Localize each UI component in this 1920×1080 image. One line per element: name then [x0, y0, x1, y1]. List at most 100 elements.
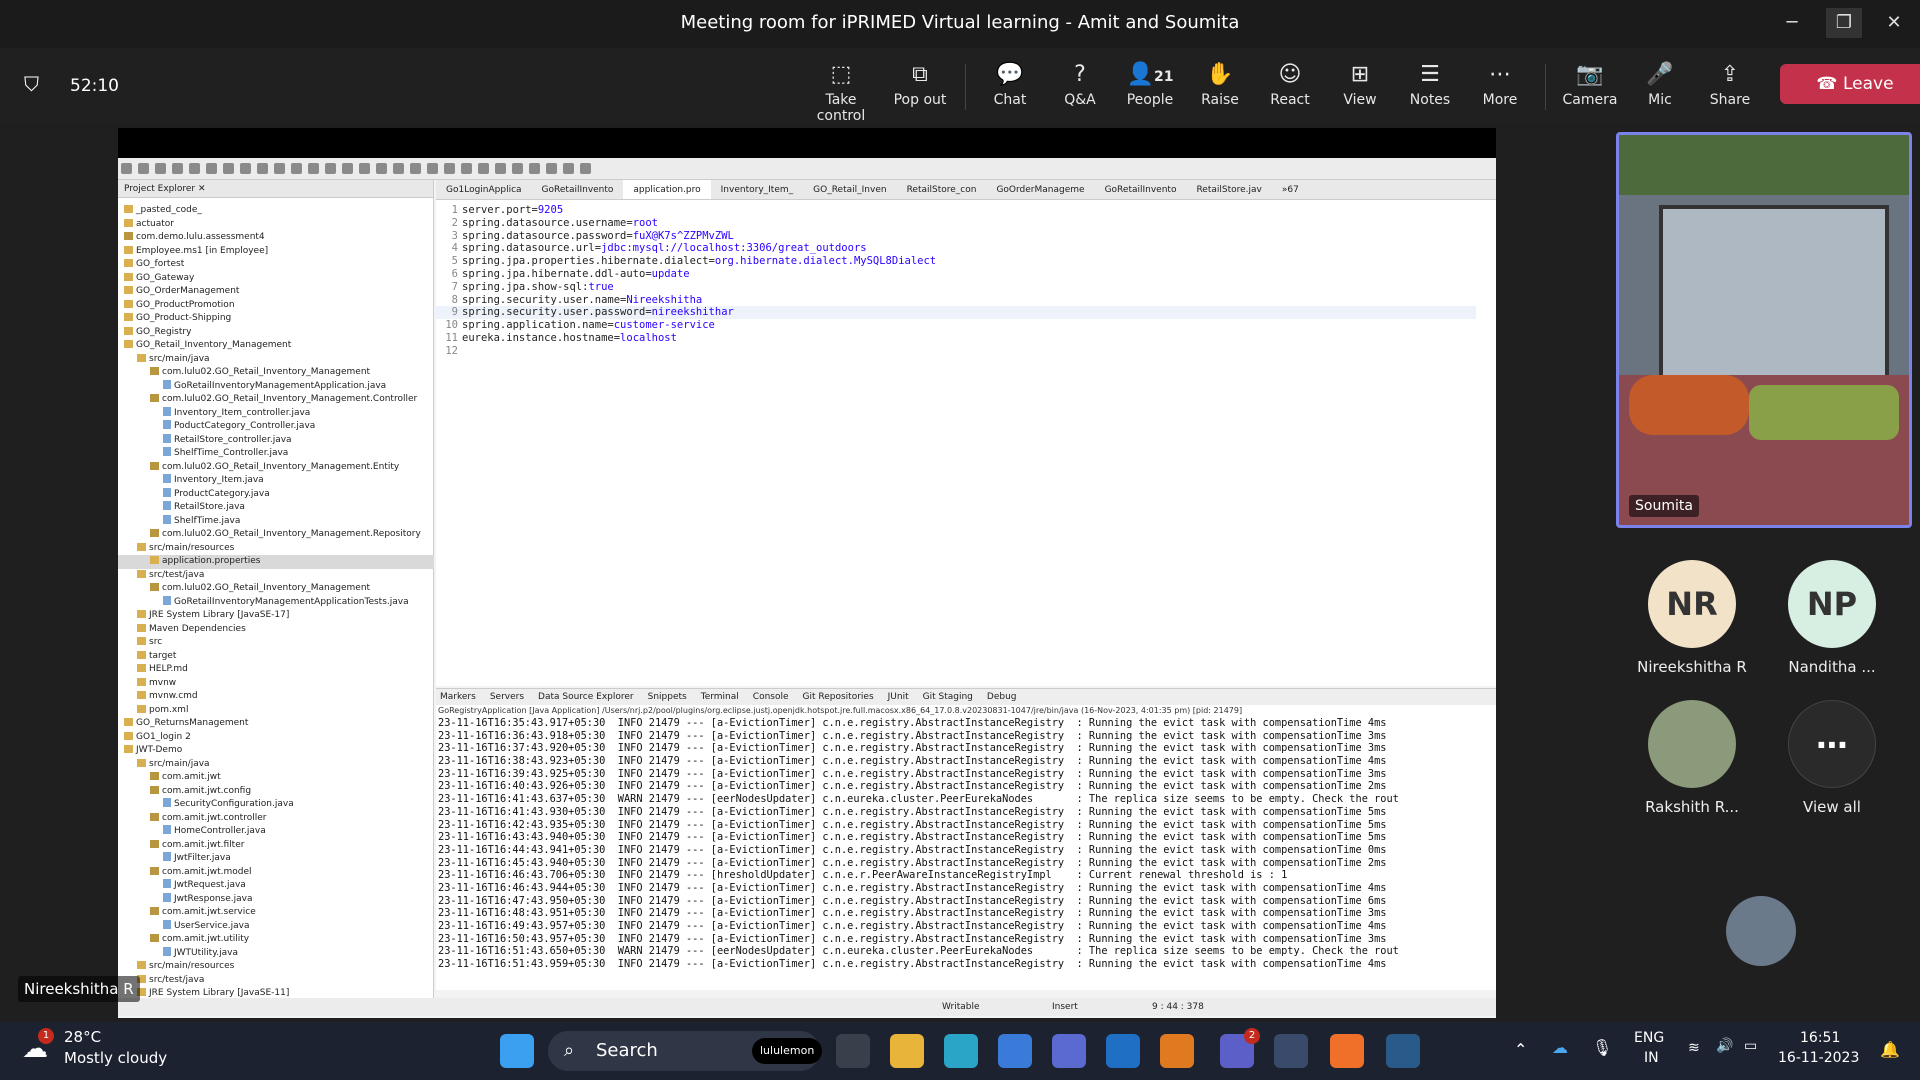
region-label[interactable]: IN — [1644, 1050, 1659, 1066]
tree-item[interactable]: src/main/java — [118, 758, 434, 772]
tree-item[interactable]: RetailStore_controller.java — [118, 433, 434, 448]
restore-button[interactable]: ❐ — [1826, 8, 1862, 38]
search-box[interactable]: ⌕ Search lululemon — [548, 1031, 823, 1071]
tree-item[interactable]: GO_Registry — [118, 326, 434, 340]
editor-tab[interactable]: GoRetailInvento — [532, 180, 624, 199]
minimize-button[interactable]: ─ — [1774, 8, 1810, 38]
tree-item[interactable]: ShelfTime.java — [118, 514, 434, 529]
tree-item[interactable]: JwtFilter.java — [118, 852, 434, 866]
terminal-icon[interactable] — [1386, 1034, 1420, 1068]
qa-button[interactable]: ? Q&A — [1045, 60, 1115, 108]
tree-item[interactable]: src/main/resources — [118, 542, 434, 556]
close-button[interactable]: ✕ — [1876, 8, 1912, 38]
edge-icon[interactable] — [944, 1034, 978, 1068]
share-button[interactable]: ⇪ Share — [1695, 60, 1765, 108]
chevron-up-icon[interactable]: ⌃ — [1514, 1040, 1527, 1059]
editor-tab[interactable]: RetailStore_con — [897, 180, 987, 199]
tree-item[interactable]: HomeController.java — [118, 825, 434, 839]
tree-item[interactable]: GO1_login 2 — [118, 731, 434, 745]
tree-item[interactable]: com.amit.jwt.model — [118, 866, 434, 880]
participant-avatar[interactable]: ⋯ — [1788, 700, 1876, 788]
console-tab[interactable]: JUnit — [888, 692, 909, 702]
tree-item[interactable]: com.lulu02.GO_Retail_Inventory_Managemen… — [118, 582, 434, 596]
console-tab[interactable]: Git Staging — [923, 692, 973, 702]
tree-item[interactable]: GO_fortest — [118, 258, 434, 272]
tree-item[interactable]: PoductCategory_Controller.java — [118, 420, 434, 434]
tree-item[interactable]: ShelfTime_Controller.java — [118, 447, 434, 461]
tree-item[interactable]: mvnw.cmd — [118, 690, 434, 704]
editor-tab[interactable]: Go1LoginApplica — [436, 180, 532, 199]
editor-tab[interactable]: GO_Retail_Inven — [803, 180, 896, 199]
wifi-icon[interactable]: ≋ — [1688, 1040, 1700, 1056]
clock-date[interactable]: 16-11-2023 — [1778, 1050, 1859, 1066]
tree-item[interactable]: com.amit.jwt — [118, 771, 434, 785]
tree-item[interactable]: com.lulu02.GO_Retail_Inventory_Managemen… — [118, 461, 434, 475]
clock-time[interactable]: 16:51 — [1800, 1030, 1840, 1046]
app-icon-2[interactable] — [1160, 1034, 1194, 1068]
tree-item[interactable]: GO_Product-Shipping — [118, 312, 434, 326]
console-tab[interactable]: Console — [753, 692, 789, 702]
tree-item[interactable]: GO_OrderManagement — [118, 285, 434, 299]
raise-hand-button[interactable]: ✋ Raise — [1185, 60, 1255, 108]
notes-button[interactable]: ☰ Notes — [1395, 60, 1465, 108]
tree-item[interactable]: JwtResponse.java — [118, 892, 434, 907]
tree-item[interactable]: RetailStore.java — [118, 501, 434, 515]
tree-item[interactable]: ProductCategory.java — [118, 487, 434, 502]
editor-tab[interactable]: RetailStore.jav — [1186, 180, 1271, 199]
take-control-button[interactable]: ⬚ Take control — [806, 60, 876, 124]
tree-item[interactable]: GoRetailInventoryManagementApplication.j… — [118, 379, 434, 394]
outlook-icon[interactable] — [1106, 1034, 1140, 1068]
console-tab[interactable]: Terminal — [701, 692, 739, 702]
tree-item[interactable]: com.demo.lulu.assessment4 — [118, 231, 434, 245]
tree-item[interactable]: Maven Dependencies — [118, 623, 434, 637]
task-view-icon[interactable] — [836, 1034, 870, 1068]
tree-item[interactable]: JRE System Library [JavaSE-17] — [118, 609, 434, 623]
console-tab[interactable]: Debug — [987, 692, 1017, 702]
pop-out-button[interactable]: ⧉ Pop out — [885, 60, 955, 108]
tree-item[interactable]: src/main/java — [118, 353, 434, 367]
tree-item[interactable]: SecurityConfiguration.java — [118, 798, 434, 812]
tree-item[interactable]: com.amit.jwt.utility — [118, 933, 434, 947]
tree-item[interactable]: pom.xml — [118, 704, 434, 718]
editor-tab[interactable]: »67 — [1272, 180, 1309, 199]
tree-item[interactable]: actuator — [118, 218, 434, 232]
tree-item[interactable]: com.amit.jwt.filter — [118, 839, 434, 853]
view-button[interactable]: ⊞ View — [1325, 60, 1395, 108]
leave-button[interactable]: ☎ Leave — [1780, 64, 1920, 104]
tree-item[interactable]: com.amit.jwt.service — [118, 906, 434, 920]
tree-item[interactable]: GO_ReturnsManagement — [118, 717, 434, 731]
tree-item[interactable]: JWT-Demo — [118, 744, 434, 758]
tree-item[interactable]: mvnw — [118, 677, 434, 691]
file-explorer-icon[interactable] — [890, 1034, 924, 1068]
onedrive-icon[interactable]: ☁ — [1552, 1038, 1568, 1057]
tree-item[interactable]: com.lulu02.GO_Retail_Inventory_Managemen… — [118, 366, 434, 380]
tree-item[interactable]: src/test/java — [118, 974, 434, 988]
tree-item[interactable]: GO_Gateway — [118, 272, 434, 286]
tree-item[interactable]: target — [118, 650, 434, 664]
participant-avatar[interactable]: NR — [1648, 560, 1736, 648]
editor-tab[interactable]: GoRetailInvento — [1095, 180, 1187, 199]
code-editor[interactable]: Go1LoginApplica GoRetailInvento applicatio… — [436, 180, 1496, 686]
mic-muted-icon[interactable]: 🎙 — [1592, 1038, 1612, 1057]
tree-item[interactable]: com.lulu02.GO_Retail_Inventory_Managemen… — [118, 528, 434, 542]
language-label[interactable]: ENG — [1634, 1030, 1664, 1046]
editor-tab[interactable]: Inventory_Item_ — [711, 180, 803, 199]
tree-item[interactable]: src/main/resources — [118, 960, 434, 974]
tree-item[interactable]: JwtRequest.java — [118, 879, 434, 893]
tree-item[interactable]: Inventory_Item.java — [118, 474, 434, 488]
battery-icon[interactable]: ▭ — [1744, 1038, 1757, 1054]
postman-icon[interactable] — [1330, 1034, 1364, 1068]
console-tab[interactable]: Data Source Explorer — [538, 692, 634, 702]
code-area[interactable]: 1 server.port=9205 2 spring.datasource.user… — [436, 204, 1476, 358]
tree-item[interactable]: src — [118, 636, 434, 650]
store-icon[interactable] — [998, 1034, 1032, 1068]
tree-item[interactable]: GoRetailInventoryManagementApplicationTe… — [118, 595, 434, 610]
tree-item[interactable]: com.amit.jwt.config — [118, 785, 434, 799]
tree-item[interactable]: com.amit.jwt.controller — [118, 812, 434, 826]
editor-tab[interactable]: GoOrderManageme — [986, 180, 1094, 199]
chat-button[interactable]: 💬 Chat — [975, 60, 1045, 108]
tree-item[interactable]: Inventory_Item_controller.java — [118, 406, 434, 421]
start-icon[interactable] — [500, 1034, 534, 1068]
tree-item[interactable]: src/test/java — [118, 569, 434, 583]
more-button[interactable]: ⋯ More — [1465, 60, 1535, 108]
